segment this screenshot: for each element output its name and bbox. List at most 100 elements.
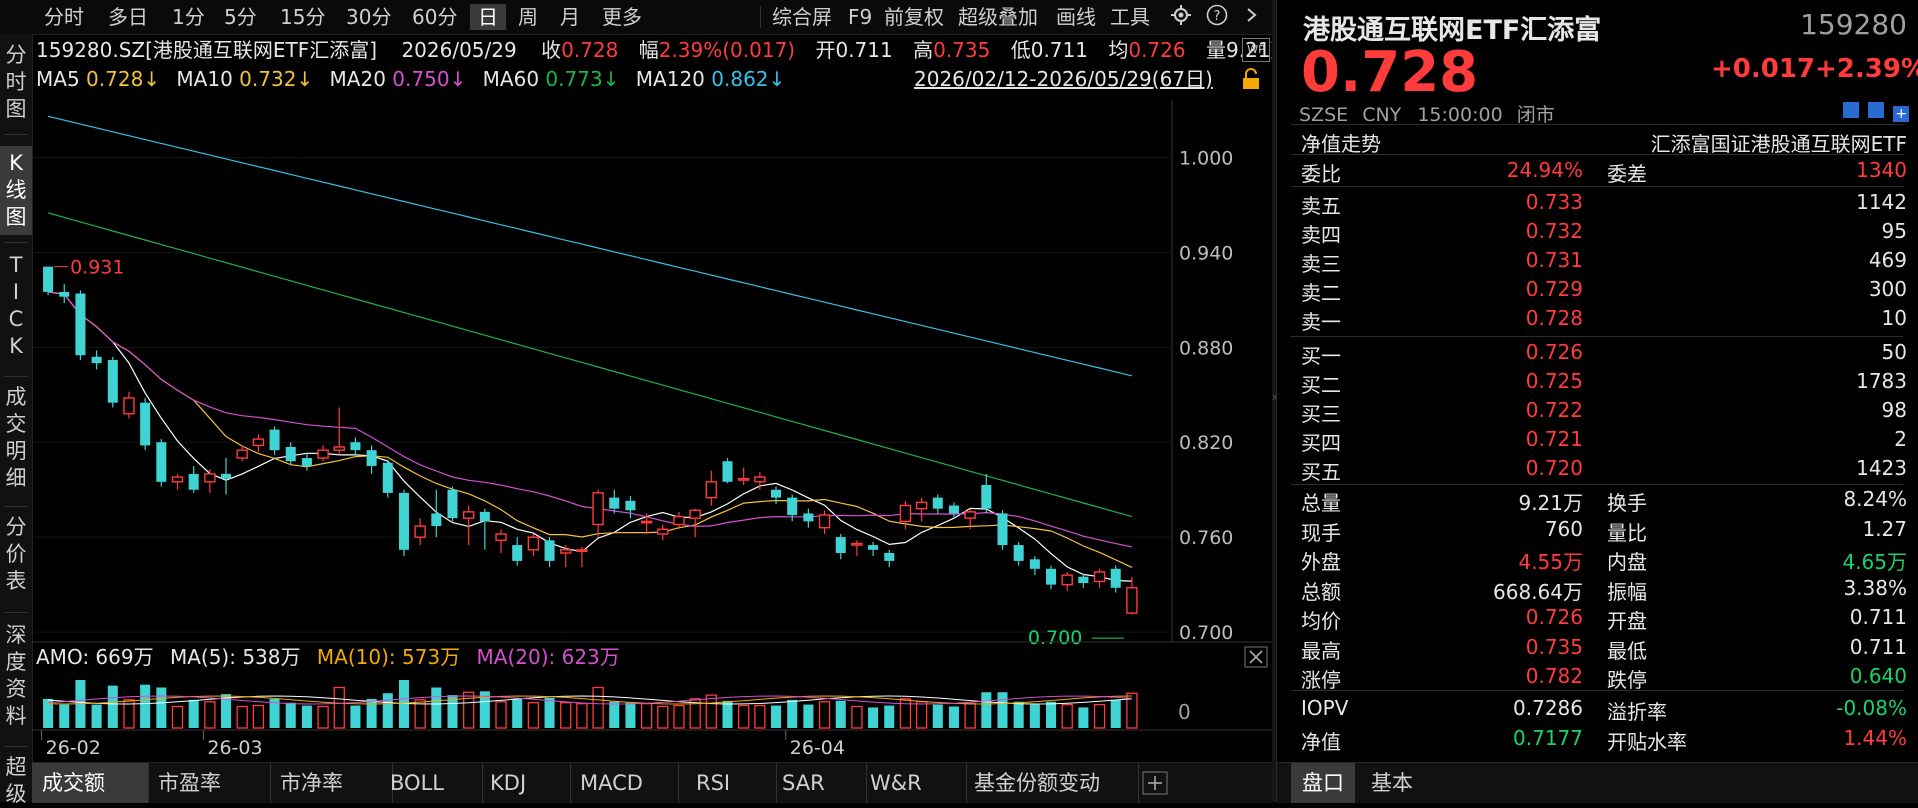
stat-value: -0.08%	[1836, 696, 1907, 720]
add-indicator-icon[interactable]	[1142, 771, 1168, 799]
edit-icon[interactable]	[1843, 102, 1859, 118]
indicator-tab-boll[interactable]: BOLL	[380, 763, 483, 803]
period-tab-multiday[interactable]: 多日	[104, 4, 152, 30]
volume-bar	[333, 686, 345, 729]
x-tick-label: 26-02	[46, 737, 101, 759]
stat-label: IOPV	[1301, 696, 1349, 720]
panel-tab-orderbook[interactable]: 盘口	[1291, 763, 1355, 803]
left-tab-kline[interactable]: K 线 图	[0, 146, 32, 235]
panel-tab-basic[interactable]: 基本	[1371, 763, 1413, 803]
lock-icon[interactable]	[1240, 68, 1262, 94]
indicator-tab-fund-shares[interactable]: 基金份额变动	[964, 763, 1139, 803]
indicator-tab-pb[interactable]: 市净率	[270, 763, 393, 803]
ask-row-price[interactable]: 0.732	[1526, 219, 1583, 243]
ma5-value: 0.728↓	[86, 67, 161, 91]
open-label: 开	[815, 38, 836, 62]
indicator-tab-sar[interactable]: SAR	[772, 763, 867, 803]
left-tab-timeshare[interactable]: 分 时 图	[0, 42, 32, 123]
period-tab-30min[interactable]: 30分	[342, 4, 395, 30]
nav-trend-link[interactable]: 净值走势	[1301, 128, 1381, 157]
stat-label: 量比	[1607, 520, 1647, 545]
add-icon[interactable]: +	[1893, 106, 1910, 122]
current-price: 0.728	[1301, 40, 1479, 105]
candle-body	[107, 359, 118, 403]
bid-row-label: 买五	[1301, 460, 1341, 484]
date-range-selector[interactable]: 2026/02/12-2026/05/29(67日)	[914, 65, 1213, 93]
draw-line-button[interactable]: 画线	[1052, 4, 1100, 30]
volume-bar	[915, 701, 928, 729]
bid-row-price[interactable]: 0.726	[1526, 340, 1583, 364]
candle-body	[301, 458, 312, 466]
volume-bar	[431, 687, 442, 728]
left-tab-price-table[interactable]: 分 价 表	[0, 514, 32, 595]
tools-button[interactable]: 工具	[1106, 4, 1154, 30]
period-tab-5min[interactable]: 5分	[220, 4, 261, 30]
candle-body	[512, 545, 523, 561]
y-tick-label: 0.880	[1179, 337, 1233, 359]
period-tab-fenshi[interactable]: 分时	[40, 4, 88, 30]
volume-bar	[107, 685, 118, 728]
help-icon[interactable]: ?	[1202, 4, 1232, 30]
period-tab-month[interactable]: 月	[556, 4, 584, 30]
indicator-tab-macd[interactable]: MACD	[570, 763, 679, 803]
settings-icon[interactable]	[1166, 4, 1196, 30]
indicator-tab-turnover[interactable]: 成交额	[32, 763, 149, 803]
bid-row-price[interactable]: 0.722	[1526, 398, 1583, 422]
candle-body	[544, 540, 555, 561]
left-tab-super[interactable]: 超 级	[0, 754, 32, 808]
left-tab-deep-data[interactable]: 深 度 资 料	[0, 622, 32, 730]
left-tab-tick[interactable]: T I C K	[0, 252, 32, 360]
candle-body	[236, 449, 248, 459]
volume-label: 量	[1205, 38, 1226, 62]
indicator-tab-wr[interactable]: W&R	[860, 763, 967, 803]
ask-row-price[interactable]: 0.731	[1526, 248, 1583, 272]
period-tab-15min[interactable]: 15分	[276, 4, 329, 30]
period-tab-day[interactable]: 日	[470, 4, 506, 30]
stat-value: 760	[1544, 516, 1583, 541]
volume-bar	[382, 693, 393, 728]
ask-row-price[interactable]: 0.729	[1526, 277, 1583, 301]
volume-bar	[91, 704, 102, 728]
stat-value: 0.735	[1525, 634, 1583, 659]
stat-label: 总量	[1301, 491, 1341, 515]
candle-body	[333, 446, 345, 451]
ask-row-price[interactable]: 0.733	[1526, 190, 1583, 214]
stat-label: 最高	[1301, 638, 1341, 663]
volume-bar	[640, 703, 653, 729]
ask-row-price[interactable]: 0.728	[1526, 306, 1583, 330]
left-tab-trade-details[interactable]: 成 交 明 细	[0, 384, 32, 492]
bid-row-price[interactable]: 0.721	[1526, 427, 1583, 451]
period-tab-60min[interactable]: 60分	[408, 4, 461, 30]
candle-body	[932, 497, 943, 509]
bid-row-price[interactable]: 0.725	[1526, 369, 1583, 393]
stat-value: 0.782	[1525, 664, 1583, 688]
share-icon[interactable]	[1868, 102, 1885, 118]
wp-badge-icon[interactable]: WP	[1242, 38, 1270, 62]
indicator-tab-rsi[interactable]: RSI	[686, 763, 777, 803]
indicator-tab-kdj[interactable]: KDJ	[480, 763, 571, 803]
security-code: 159280.SZ[港股通互联网ETF汇添富]	[36, 38, 378, 62]
period-tab-week[interactable]: 周	[514, 4, 542, 30]
bid-row-label: 买二	[1301, 373, 1341, 397]
candle-body	[123, 397, 135, 415]
composite-screen-button[interactable]: 综合屏	[768, 4, 836, 30]
svg-text:?: ?	[1214, 9, 1221, 24]
ma10-line	[48, 291, 1133, 568]
bid-row-price[interactable]: 0.720	[1526, 456, 1583, 480]
volume-bar	[1046, 701, 1057, 728]
volume-bar	[366, 698, 377, 728]
quote-time: 15:00:00	[1417, 104, 1503, 126]
candle-body	[285, 446, 296, 462]
chevron-right-icon[interactable]	[1240, 4, 1264, 30]
f9-button[interactable]: F9	[844, 4, 876, 30]
super-overlay-button[interactable]: 超级叠加	[954, 4, 1042, 30]
candle-body	[657, 528, 669, 535]
close-indicator-icon[interactable]	[1244, 646, 1268, 672]
volume-bar	[576, 703, 588, 729]
adjust-button[interactable]: 前复权	[880, 4, 948, 30]
period-tab-more[interactable]: 更多	[598, 4, 646, 30]
ask-row-label: 卖五	[1301, 194, 1341, 218]
period-tab-1min[interactable]: 1分	[168, 4, 209, 30]
indicator-tab-pe[interactable]: 市盈率	[148, 763, 271, 803]
candle-body	[673, 515, 685, 526]
